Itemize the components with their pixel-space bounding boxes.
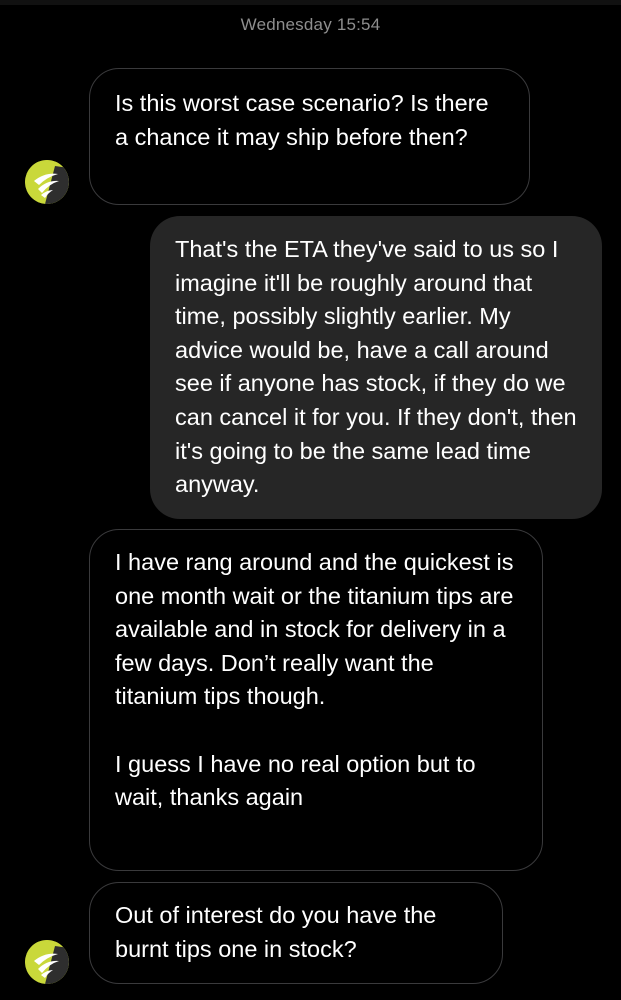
incoming-message[interactable]: Out of interest do you have the burnt ti…: [89, 882, 503, 984]
incoming-message[interactable]: Is this worst case scenario? Is there a …: [89, 68, 530, 205]
incoming-message[interactable]: I have rang around and the quickest is o…: [89, 529, 543, 871]
brand-logo-icon: [25, 160, 69, 204]
sender-avatar[interactable]: [25, 160, 69, 204]
sender-avatar[interactable]: [25, 940, 69, 984]
thread-timestamp: Wednesday 15:54: [240, 15, 381, 34]
outgoing-message[interactable]: That's the ETA they've said to us so I i…: [150, 216, 602, 519]
brand-logo-icon: [25, 940, 69, 984]
top-divider: [0, 0, 621, 5]
